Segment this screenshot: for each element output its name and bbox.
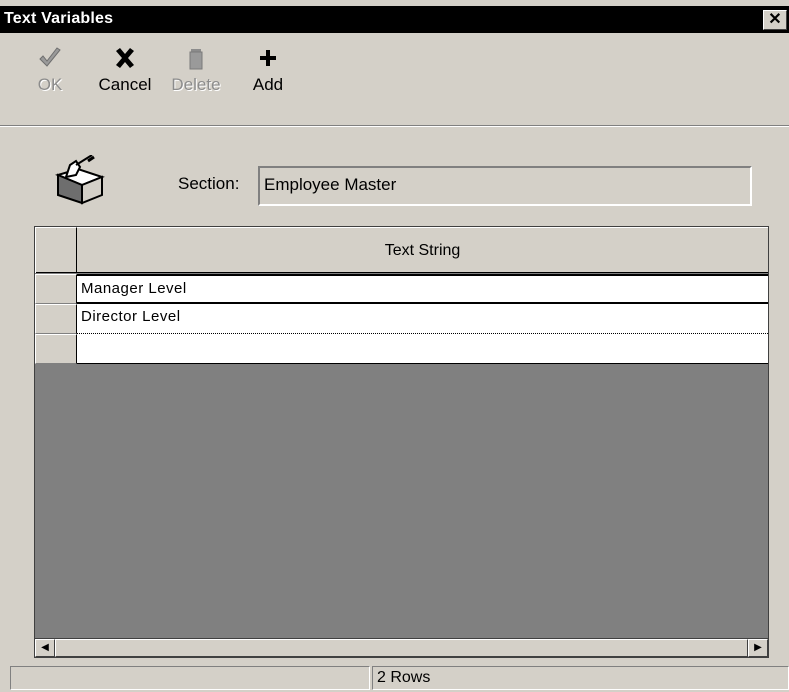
delete-label: Delete [171, 75, 221, 94]
table-row[interactable] [35, 334, 768, 364]
ok-label: OK [37, 75, 63, 94]
add-button[interactable]: Add [244, 45, 292, 95]
text-string-cell[interactable] [77, 334, 768, 364]
section-field[interactable]: Employee Master [258, 166, 752, 206]
ok-button[interactable]: OK [30, 45, 70, 95]
title-bar: Text Variables ✕ [0, 6, 789, 33]
hand-writing-book-icon [52, 154, 114, 205]
text-string-cell[interactable]: Manager Level [77, 274, 768, 304]
section-label: Section: [178, 174, 240, 193]
checkmark-icon [30, 45, 70, 73]
column-header-text-string[interactable]: Text String [77, 227, 768, 273]
row-selector[interactable] [35, 334, 77, 364]
status-pane-left [10, 666, 370, 690]
delete-button[interactable]: Delete [164, 45, 228, 95]
cancel-button[interactable]: Cancel [93, 45, 157, 95]
row-selector[interactable] [35, 274, 77, 304]
plus-icon [244, 45, 292, 73]
scroll-left-button[interactable]: ◀ [35, 639, 55, 657]
status-bar: 2 Rows [0, 664, 789, 692]
table-row[interactable]: Director Level [35, 304, 768, 334]
text-variables-window: Text Variables ✕ OK Cancel Delete Add Se… [0, 0, 789, 692]
text-string-grid: Text String Manager Level Director Level [34, 226, 769, 656]
row-count-status: 2 Rows [372, 666, 789, 690]
horizontal-scrollbar[interactable]: ◀ ▶ [34, 638, 769, 658]
grid-header: Text String [35, 227, 768, 273]
add-label: Add [252, 75, 284, 94]
trash-icon [164, 45, 228, 73]
row-selector[interactable] [35, 304, 77, 334]
text-string-cell[interactable]: Director Level [77, 304, 768, 334]
toolbar: OK Cancel Delete Add [0, 33, 789, 127]
scroll-right-button[interactable]: ▶ [748, 639, 768, 657]
x-icon [93, 45, 157, 73]
cancel-label: Cancel [98, 75, 152, 94]
arrow-left-icon: ◀ [41, 642, 49, 653]
close-button[interactable]: ✕ [763, 10, 787, 30]
scrollbar-thumb[interactable] [55, 639, 748, 657]
table-row[interactable]: Manager Level [35, 274, 768, 304]
select-all-corner[interactable] [35, 227, 77, 273]
arrow-right-icon: ▶ [754, 642, 762, 653]
window-title: Text Variables [4, 10, 114, 27]
